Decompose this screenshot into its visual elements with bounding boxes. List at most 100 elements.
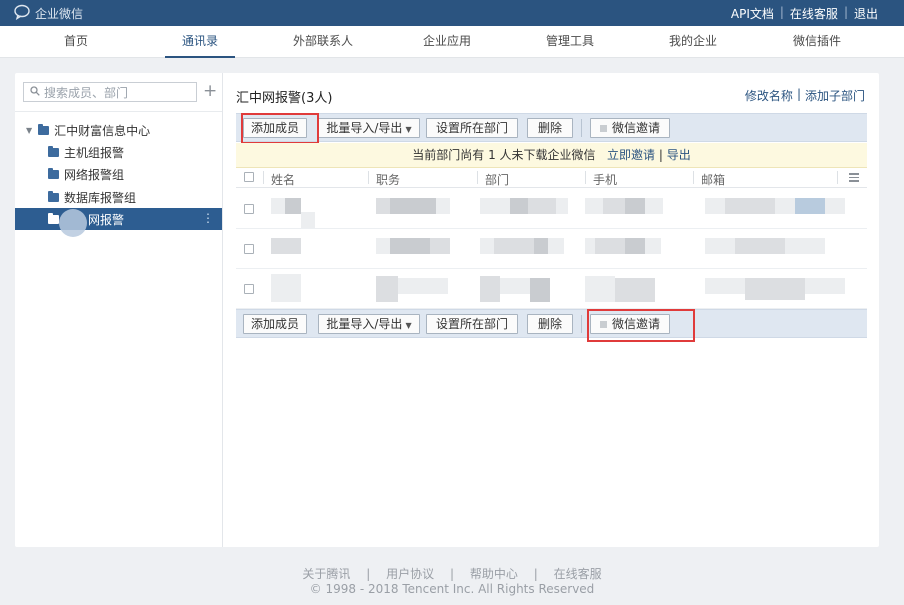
redacted-title-cell [376,198,450,216]
table-row[interactable] [236,269,867,309]
tree-item-label: 网络报警组 [64,167,125,182]
redacted-department-cell [480,198,568,216]
redacted-email-cell [705,238,855,256]
nav-management-tools[interactable]: 管理工具 [535,26,605,58]
redacted-name-cell [271,274,343,302]
column-divider [263,171,264,184]
toolbar-divider [581,315,582,333]
tree-item-label: 数据库报警组 [64,190,137,205]
nav-home[interactable]: 首页 [50,26,102,58]
redacted-phone-cell [585,238,661,256]
tree-item-root[interactable]: ▼ 汇中财富信息中心 [15,119,222,141]
top-bar: 企业微信 API文档 | 在线客服 | 退出 [0,0,904,26]
add-member-button[interactable]: 添加成员 [243,314,307,334]
folder-icon [48,145,59,157]
redacted-email-cell [705,278,855,300]
tree-item-label: 主机组报警 [64,145,125,160]
add-sub-department-link[interactable]: 添加子部门 [805,87,865,104]
more-options-icon[interactable]: ⋮ [202,212,214,224]
online-support-link[interactable]: 在线客服 [554,567,602,581]
top-toolbar: 添加成员 批量导入/导出 ▼ 设置所在部门 删除 微信邀请 [236,113,867,142]
bottom-toolbar: 添加成员 批量导入/导出 ▼ 设置所在部门 删除 微信邀请 [236,309,867,338]
tree-item-selected-dept[interactable]: 网报警 ⋮ [15,208,222,237]
help-center-link[interactable]: 帮助中心 [470,567,518,581]
footer-separator: | [449,567,455,581]
redacted-name-cell [271,198,343,228]
top-links: API文档 | 在线客服 | 退出 [731,5,878,22]
delete-button[interactable]: 删除 [527,314,573,334]
column-header-department[interactable]: 部门 [485,171,509,188]
folder-icon [38,123,50,135]
batch-import-export-button[interactable]: 批量导入/导出 ▼ [318,118,420,138]
redacted-name-cell [271,238,343,256]
search-input[interactable]: 搜索成员、部门 [23,82,197,102]
nav-my-enterprise[interactable]: 我的企业 [658,26,728,58]
column-header-title[interactable]: 职务 [376,171,400,188]
online-support-link[interactable]: 在线客服 [790,5,838,22]
nav-external-contacts[interactable]: 外部联系人 [285,26,361,58]
logout-link[interactable]: 退出 [854,5,878,22]
column-divider [837,171,838,184]
folder-icon [48,190,59,202]
column-header-email[interactable]: 邮箱 [701,171,725,188]
caret-down-icon[interactable]: ▼ [26,126,32,135]
logo-text: 企业微信 [35,7,84,21]
highlight-box [241,113,319,144]
select-all-checkbox[interactable] [244,172,254,182]
folder-icon [48,167,59,179]
main-panel: 搜索成员、部门 + ▼ 汇中财富信息中心 主机组报警 网络报警组 数据库报警组 … [15,73,879,547]
export-link[interactable]: 导出 [667,148,691,162]
nav-wechat-plugin[interactable]: 微信插件 [782,26,852,58]
column-divider [477,171,478,184]
add-department-button[interactable]: + [203,81,217,101]
department-sidebar: 搜索成员、部门 + ▼ 汇中财富信息中心 主机组报警 网络报警组 数据库报警组 … [15,73,223,547]
chevron-down-icon: ▼ [405,321,412,330]
delete-button[interactable]: 删除 [527,118,573,138]
table-row[interactable] [236,229,867,269]
notice-separator: | [658,148,663,162]
user-agreement-link[interactable]: 用户协议 [386,567,434,581]
tree-item-database-alarm[interactable]: 数据库报警组 [15,186,222,208]
set-department-button[interactable]: 设置所在部门 [426,314,518,334]
invite-now-link[interactable]: 立即邀请 [607,148,655,162]
main-nav: 首页 通讯录 外部联系人 企业应用 管理工具 我的企业 微信插件 [0,26,904,58]
api-docs-link[interactable]: API文档 [731,5,774,22]
tree-item-label: 网报警 [88,212,125,227]
column-divider [368,171,369,184]
wechat-invite-button[interactable]: 微信邀请 [590,118,670,138]
member-table-header: 姓名 职务 部门 手机 邮箱 [236,168,867,188]
set-department-button[interactable]: 设置所在部门 [426,118,518,138]
batch-import-export-button[interactable]: 批量导入/导出 ▼ [318,314,420,334]
chevron-down-icon: ▼ [405,125,412,134]
column-divider [693,171,694,184]
rename-link[interactable]: 修改名称 [745,87,793,104]
chat-bubble-icon [14,4,32,23]
top-link-separator: | [843,5,848,19]
folder-icon [48,212,59,224]
nav-enterprise-apps[interactable]: 企业应用 [412,26,482,58]
logo[interactable]: 企业微信 [14,4,83,23]
link-separator: | [796,87,801,101]
redacted-title-cell [376,238,450,256]
redacted-phone-cell [585,198,663,216]
column-header-phone[interactable]: 手机 [593,171,617,188]
nav-contacts[interactable]: 通讯录 [165,26,235,58]
button-label: 批量导入/导出 [326,317,403,331]
redacted-department-cell [480,276,552,302]
tree-item-label: 汇中财富信息中心 [54,123,151,138]
tree-item-network-alarm[interactable]: 网络报警组 [15,163,222,185]
row-checkbox[interactable] [244,204,254,214]
column-settings-icon[interactable] [849,173,859,182]
divider [15,111,222,112]
footer-links: 关于腾讯 | 用户协议 | 帮助中心 | 在线客服 [0,565,904,582]
column-divider [585,171,586,184]
highlight-box [587,309,695,342]
row-checkbox[interactable] [244,284,254,294]
column-header-name[interactable]: 姓名 [271,171,295,188]
toolbar-divider [581,119,582,137]
tree-item-host-alarm[interactable]: 主机组报警 [15,141,222,163]
table-row[interactable] [236,189,867,229]
about-tencent-link[interactable]: 关于腾讯 [302,567,350,581]
row-checkbox[interactable] [244,244,254,254]
member-content: 汇中网报警(3人) 修改名称 | 添加子部门 添加成员 批量导入/导出 ▼ 设置所… [223,73,879,547]
